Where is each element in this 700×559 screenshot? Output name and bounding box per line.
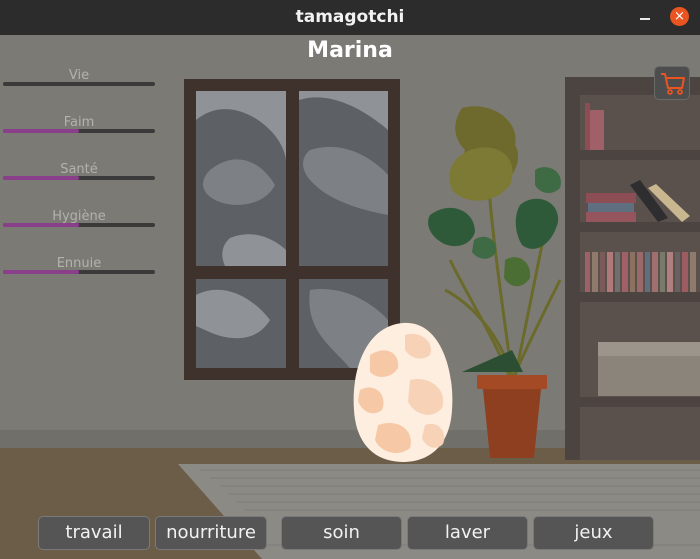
close-button[interactable]: × bbox=[670, 7, 689, 26]
window-title: tamagotchi bbox=[295, 7, 405, 27]
window-frame bbox=[184, 79, 400, 380]
stat-bar bbox=[3, 82, 155, 86]
food-button[interactable]: nourriture bbox=[155, 516, 267, 550]
stat-bar bbox=[3, 176, 155, 180]
work-button[interactable]: travail bbox=[38, 516, 150, 550]
title-bar: tamagotchi × bbox=[0, 0, 700, 35]
bookshelf bbox=[565, 77, 700, 460]
pet-name: Marina bbox=[307, 38, 393, 63]
shopping-cart-icon bbox=[661, 73, 685, 95]
stat-fill bbox=[3, 270, 79, 274]
stat-sante: Santé bbox=[3, 162, 155, 180]
stat-bar bbox=[3, 223, 155, 227]
wash-button[interactable]: laver bbox=[407, 516, 528, 550]
app-window: tamagotchi × Marina Vie Faim Santé Hygiè… bbox=[0, 0, 700, 559]
stat-vie: Vie bbox=[3, 68, 155, 86]
room-scene: Marina Vie Faim Santé Hygiène Ennuie tra… bbox=[0, 35, 700, 559]
minimize-button[interactable] bbox=[636, 8, 654, 26]
stat-fill bbox=[3, 223, 79, 227]
shop-button[interactable] bbox=[654, 66, 690, 100]
stat-fill bbox=[3, 176, 79, 180]
stat-faim: Faim bbox=[3, 115, 155, 133]
room-illustration bbox=[0, 35, 700, 559]
stat-hygiene: Hygiène bbox=[3, 209, 155, 227]
stat-bar bbox=[3, 270, 155, 274]
care-button[interactable]: soin bbox=[281, 516, 402, 550]
stat-ennuie: Ennuie bbox=[3, 256, 155, 274]
stat-fill bbox=[3, 129, 79, 133]
games-button[interactable]: jeux bbox=[533, 516, 654, 550]
stat-bar bbox=[3, 129, 155, 133]
